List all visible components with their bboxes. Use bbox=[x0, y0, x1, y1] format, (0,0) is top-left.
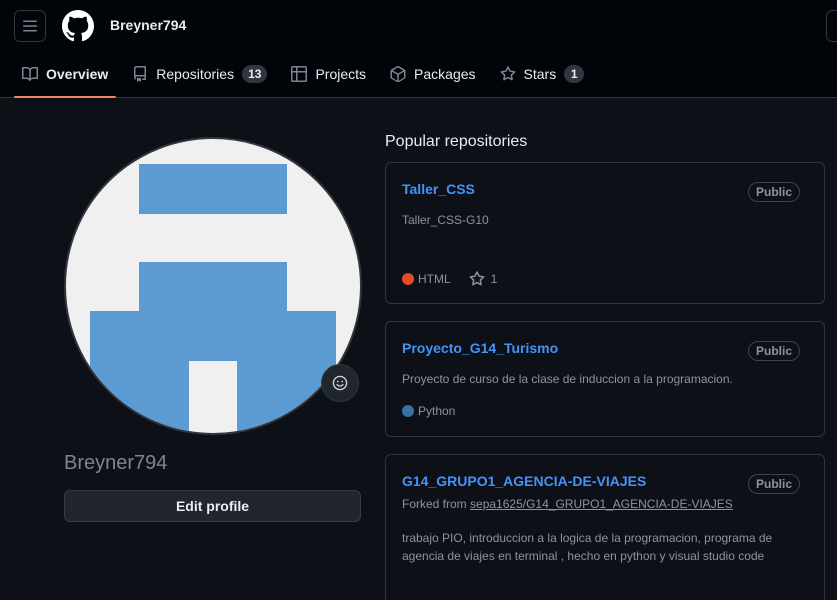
edit-profile-button[interactable]: Edit profile bbox=[64, 490, 361, 522]
forked-from-line: Forked from sepa1625/G14_GRUPO1_AGENCIA-… bbox=[402, 497, 733, 511]
set-status-button[interactable] bbox=[321, 364, 359, 402]
table-icon bbox=[291, 66, 308, 82]
tab-repositories[interactable]: Repositories 13 bbox=[124, 54, 275, 94]
smiley-icon bbox=[332, 375, 348, 391]
tab-projects[interactable]: Projects bbox=[283, 54, 374, 94]
stars-count-badge: 1 bbox=[564, 65, 585, 83]
top-header: Breyner794 Overview Repositories 13 Proj… bbox=[0, 0, 837, 98]
tab-label: Projects bbox=[315, 66, 367, 82]
repo-description: trabajo PIO, introduccion a la logica de… bbox=[402, 531, 773, 563]
tab-label: Stars bbox=[523, 66, 557, 82]
repositories-count-badge: 13 bbox=[242, 65, 268, 83]
header-right-button[interactable] bbox=[826, 10, 837, 42]
repo-card: Taller_CSS Public Taller_CSS-G10 HTML 1 bbox=[385, 162, 825, 304]
repo-link[interactable]: Proyecto_G14_Turismo bbox=[402, 340, 558, 356]
star-icon bbox=[469, 271, 485, 286]
language-color-dot bbox=[402, 405, 414, 417]
tab-label: Overview bbox=[46, 66, 109, 82]
profile-tabs: Overview Repositories 13 Projects Packag… bbox=[14, 54, 600, 98]
repo-language: Python bbox=[418, 404, 456, 418]
language-color-dot bbox=[402, 273, 414, 285]
star-icon bbox=[500, 66, 515, 81]
repo-meta: HTML 1 bbox=[402, 271, 497, 287]
repo-stars-link[interactable]: 1 bbox=[469, 271, 498, 287]
repo-star-count: 1 bbox=[490, 272, 498, 286]
visibility-badge: Public bbox=[747, 341, 800, 361]
repo-card: Proyecto_G14_Turismo Public Proyecto de … bbox=[385, 321, 825, 437]
repo-link[interactable]: Taller_CSS bbox=[402, 181, 475, 197]
popular-repositories-title: Popular repositories bbox=[385, 133, 528, 150]
forked-prefix: Forked from bbox=[402, 497, 467, 511]
github-logo-icon[interactable] bbox=[62, 10, 94, 42]
visibility-badge: Public bbox=[747, 474, 800, 494]
package-icon bbox=[390, 66, 406, 82]
repo-icon bbox=[134, 66, 147, 82]
visibility-badge: Public bbox=[747, 182, 800, 202]
repo-language: HTML bbox=[418, 272, 451, 286]
repo-description: Taller_CSS-G10 bbox=[402, 213, 489, 227]
tab-label: Repositories bbox=[156, 66, 235, 82]
repo-link[interactable]: G14_GRUPO1_AGENCIA-DE-VIAJES bbox=[402, 473, 646, 489]
avatar[interactable] bbox=[64, 137, 362, 435]
hamburger-menu-button[interactable] bbox=[14, 10, 46, 42]
tab-packages[interactable]: Packages bbox=[382, 54, 483, 94]
tab-overview[interactable]: Overview bbox=[14, 54, 117, 98]
forked-source-link[interactable]: sepa1625/G14_GRUPO1_AGENCIA-DE-VIAJES bbox=[470, 497, 733, 511]
book-icon bbox=[22, 67, 38, 82]
repo-card: G14_GRUPO1_AGENCIA-DE-VIAJES Public Fork… bbox=[385, 454, 825, 600]
identicon-image bbox=[90, 164, 336, 433]
profile-username: Breyner794 bbox=[64, 452, 168, 474]
repo-meta: Python bbox=[402, 404, 455, 418]
tab-stars[interactable]: Stars 1 bbox=[492, 54, 593, 94]
header-username[interactable]: Breyner794 bbox=[110, 17, 186, 33]
menu-icon bbox=[23, 20, 37, 32]
tab-label: Packages bbox=[414, 66, 476, 82]
repo-description: Proyecto de curso de la clase de inducci… bbox=[402, 372, 733, 386]
